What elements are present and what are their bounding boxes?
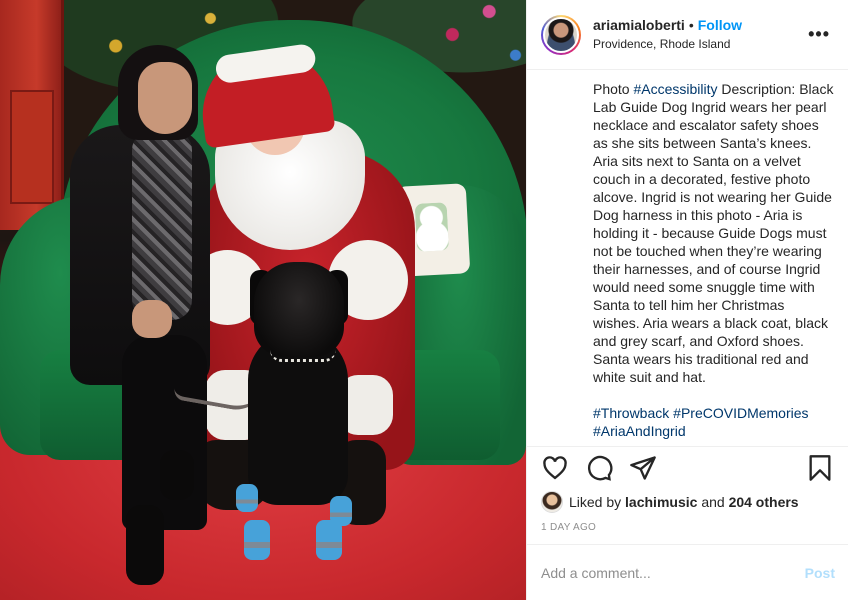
dog-shoe <box>316 520 342 560</box>
hashtag-link[interactable]: #AriaAndIngrid <box>593 423 686 439</box>
location-link[interactable]: Providence, Rhode Island <box>593 35 804 53</box>
dog-head <box>254 262 344 357</box>
instagram-post: ariamialoberti • Follow Providence, Rhode … <box>0 0 848 600</box>
woman-shoe-right <box>160 450 194 500</box>
hashtag-link[interactable]: #PreCOVIDMemories <box>673 405 808 421</box>
liker-avatar[interactable] <box>541 491 563 513</box>
woman-legs <box>122 335 207 530</box>
avatar-image <box>543 16 579 53</box>
action-bar <box>527 446 848 488</box>
caption-body: Description: Black Lab Guide Dog Ingrid … <box>593 81 834 385</box>
post-header: ariamialoberti • Follow Providence, Rhode … <box>527 0 848 70</box>
separator-dot: • <box>688 17 694 33</box>
caption-lead: Photo <box>593 81 634 97</box>
comment-icon[interactable] <box>585 454 613 482</box>
profile-avatar[interactable] <box>541 14 581 55</box>
likes-line: Liked by lachimusic and 204 others <box>527 488 848 516</box>
post-comment-button[interactable]: Post <box>805 565 835 581</box>
username-link[interactable]: ariamialoberti <box>593 17 685 33</box>
likes-middle: and <box>701 494 725 510</box>
likes-prefix: Liked by <box>569 494 622 510</box>
woman-hand <box>132 300 172 338</box>
dog-shoe <box>244 520 270 560</box>
hashtag-link[interactable]: #Accessibility <box>633 81 717 97</box>
woman-shoe-left <box>126 505 164 585</box>
bookmark-icon[interactable] <box>806 454 834 482</box>
comment-bar: Post <box>527 544 848 600</box>
post-photo[interactable] <box>0 0 526 600</box>
heart-icon[interactable] <box>541 454 569 482</box>
woman-face <box>138 62 192 134</box>
post-caption: Photo #Accessibility Description: Black … <box>527 70 848 446</box>
header-text: ariamialoberti • Follow Providence, Rhode … <box>593 16 804 53</box>
caption-hashtags: #Throwback #PreCOVIDMemories #AriaAndIng… <box>593 404 834 440</box>
woman-scarf <box>132 130 192 320</box>
likes-count-link[interactable]: 204 others <box>729 494 799 510</box>
dog-shoe <box>236 484 258 512</box>
follow-button[interactable]: Follow <box>698 17 742 33</box>
caption-text: Photo #Accessibility Description: Black … <box>593 80 834 386</box>
hashtag-link[interactable]: #Throwback <box>593 405 669 421</box>
comment-input[interactable] <box>541 564 805 581</box>
share-icon[interactable] <box>629 454 657 482</box>
post-timestamp[interactable]: 1 DAY AGO <box>527 516 848 544</box>
red-cabinet <box>0 0 64 230</box>
post-sidebar: ariamialoberti • Follow Providence, Rhode … <box>526 0 848 600</box>
more-options-icon[interactable]: ••• <box>804 20 834 49</box>
pearl-necklace <box>270 350 336 362</box>
liker-username-link[interactable]: lachimusic <box>625 494 697 510</box>
